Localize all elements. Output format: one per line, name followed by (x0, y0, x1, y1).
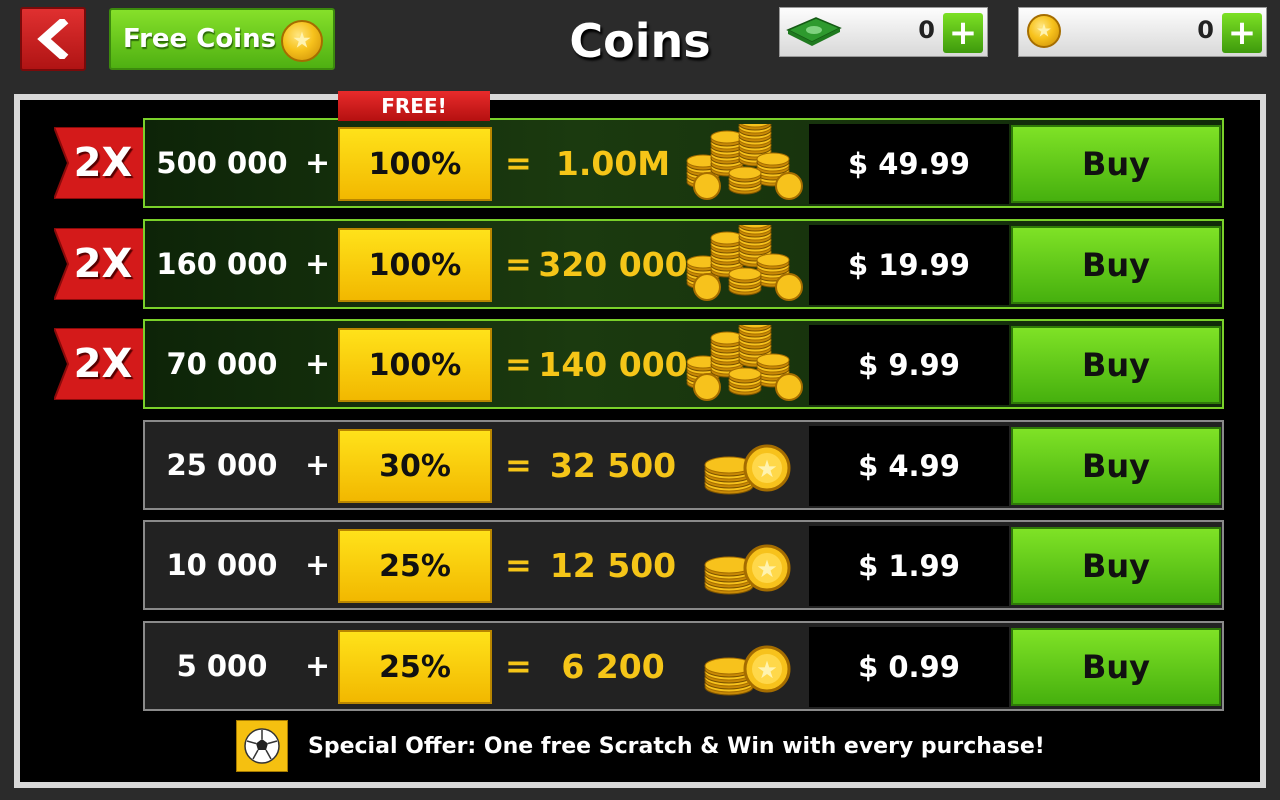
equals-sign: = (505, 245, 532, 283)
coin-pile-icon: ★ (685, 526, 807, 606)
coin-pile-icon (685, 215, 807, 305)
bonus-percent: 25% (338, 630, 492, 704)
coins-amount: 0 (1197, 16, 1214, 44)
buy-button[interactable]: Buy (1011, 427, 1221, 505)
plus-sign: + (305, 346, 331, 382)
double-badge-label: 2X (73, 341, 133, 387)
buy-button[interactable]: Buy (1011, 226, 1221, 304)
plus-sign: + (305, 648, 331, 684)
total-coins: 320 000 (538, 244, 688, 284)
equals-sign: = (505, 647, 532, 685)
plus-sign: + (305, 246, 331, 282)
total-coins: 1.00M (555, 143, 671, 183)
price-label: $ 4.99 (809, 426, 1009, 506)
total-coins: 6 200 (561, 646, 665, 686)
coin-package-row: 160 000 +100% = 320 000 $ 19.99 Buy (143, 215, 1224, 309)
price-label: $ 19.99 (809, 225, 1009, 305)
coin-package-row: 10 000 +25% = 12 500 ★ $ 1.99 Buy (143, 520, 1224, 610)
svg-text:★: ★ (756, 555, 778, 583)
buy-button[interactable]: Buy (1011, 125, 1221, 203)
buy-button[interactable]: Buy (1011, 326, 1221, 404)
bonus-percent: 30% (338, 429, 492, 503)
buy-button[interactable]: Buy (1011, 527, 1221, 605)
base-coins: 10 000 (166, 548, 278, 582)
coin-pile-icon (685, 315, 807, 405)
price-label: $ 49.99 (809, 124, 1009, 204)
add-coins-button[interactable]: + (1222, 13, 1262, 53)
cash-balance: 0 + (779, 7, 988, 57)
coin-icon (1027, 14, 1061, 48)
coin-pile-icon (685, 114, 807, 204)
plus-sign: + (305, 447, 331, 483)
double-badge: 2X (54, 328, 144, 400)
free-tag: FREE! (338, 91, 490, 121)
total-coins: 32 500 (549, 445, 677, 485)
coin-package-row: 500 000 +100% = 1.00M $ 49.99 Buy (143, 114, 1224, 208)
double-badge-label: 2X (73, 241, 133, 287)
coin-pile-icon: ★ (685, 627, 807, 707)
double-badge: 2X (54, 127, 144, 199)
cash-icon (786, 17, 842, 46)
plus-sign: + (305, 145, 331, 181)
soccer-ball-icon (236, 720, 288, 772)
bonus-percent: 100% (338, 127, 492, 201)
double-badge: 2X (54, 228, 144, 300)
price-label: $ 9.99 (809, 325, 1009, 405)
buy-button[interactable]: Buy (1011, 628, 1221, 706)
total-coins: 140 000 (538, 344, 688, 384)
special-offer-text: Special Offer: One free Scratch & Win wi… (308, 733, 1045, 759)
base-coins: 25 000 (166, 448, 278, 482)
base-coins: 70 000 (166, 347, 278, 381)
svg-text:★: ★ (756, 455, 778, 483)
price-label: $ 1.99 (809, 526, 1009, 606)
base-coins: 160 000 (156, 247, 288, 281)
bonus-percent: 100% (338, 328, 492, 402)
total-coins: 12 500 (549, 545, 677, 585)
coins-balance: 0 + (1018, 7, 1267, 57)
coin-pile-icon: ★ (685, 426, 807, 506)
price-label: $ 0.99 (809, 627, 1009, 707)
plus-sign: + (305, 547, 331, 583)
add-cash-button[interactable]: + (943, 13, 983, 53)
equals-sign: = (505, 345, 532, 383)
cash-amount: 0 (918, 16, 935, 44)
base-coins: 500 000 (156, 146, 288, 180)
coin-package-row: 25 000 +30% = 32 500 ★ $ 4.99 Buy (143, 420, 1224, 510)
svg-text:★: ★ (756, 656, 778, 684)
base-coins: 5 000 (176, 649, 268, 683)
bonus-percent: 100% (338, 228, 492, 302)
equals-sign: = (505, 546, 532, 584)
equals-sign: = (505, 446, 532, 484)
equals-sign: = (505, 144, 532, 182)
double-badge-label: 2X (73, 140, 133, 186)
bonus-percent: 25% (338, 529, 492, 603)
coin-package-row: 70 000 +100% = 140 000 $ 9.99 Buy (143, 315, 1224, 409)
special-offer-banner: Special Offer: One free Scratch & Win wi… (236, 720, 1045, 772)
coin-package-row: 5 000 +25% = 6 200 ★ $ 0.99 Buy (143, 621, 1224, 711)
